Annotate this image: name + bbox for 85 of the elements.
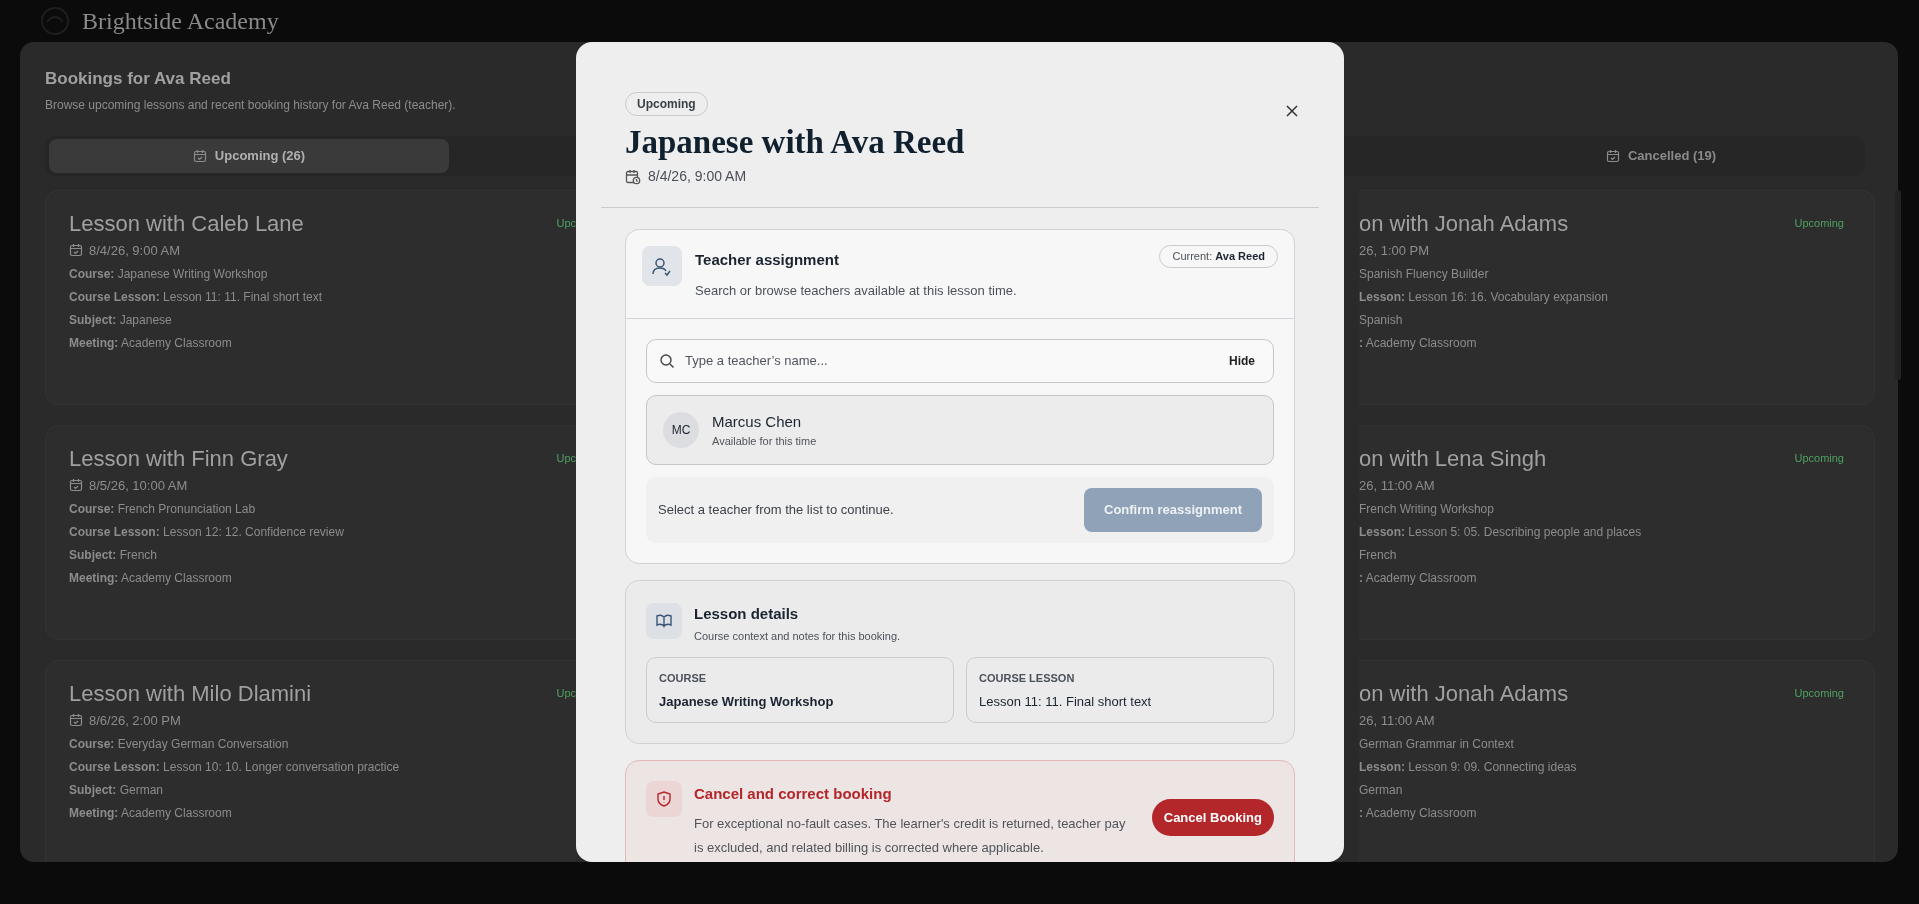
- card-date: 8/6/26, 2:00 PM: [89, 711, 181, 730]
- booking-card[interactable]: on with Jonah Adams Upcoming 26, 11:00 AM German Grammar in Context Lesson: Lesson 9: 09. Connecting ideas German : Academy Classroom: [1359, 659, 1875, 862]
- card-title: Lesson with Finn Gray: [69, 445, 288, 472]
- brand-name: Brightside Academy: [82, 7, 279, 36]
- tab[interactable]: Cancelled (19): [1461, 138, 1861, 173]
- section-subtitle: Search or browse teachers available at this lesson time.: [695, 281, 1018, 300]
- card-title: on with Jonah Adams: [1359, 680, 1569, 707]
- card-detail: Course Lesson: Lesson 11: 11. Final short text: [69, 289, 322, 306]
- card-detail: Spanish Fluency Builder: [1359, 266, 1489, 283]
- card-detail: : Academy Classroom: [1359, 805, 1477, 822]
- teacher-option[interactable]: MC Marcus Chen Available for this time: [646, 395, 1274, 465]
- card-detail: Course Lesson: Lesson 10: 10. Longer conversation practice: [69, 759, 400, 776]
- booking-card[interactable]: Lesson with Finn Gray Upc 8/5/26, 10:00 AM Course: French Pronunciation Lab Course Lesson: Lesson 12: 12. Confidence review Subject: French Meeting: Academy Classroom: [45, 424, 576, 640]
- cancel-booking-button[interactable]: Cancel Booking: [1151, 798, 1274, 836]
- card-title: Lesson with Milo Dlamini: [69, 680, 312, 707]
- detail-label: COURSE: [659, 671, 708, 686]
- card-title: Lesson with Caleb Lane: [69, 210, 304, 237]
- card-detail: Spanish: [1359, 312, 1403, 329]
- dialog-title: Japanese with Ava Reed: [625, 123, 966, 162]
- card-detail: Lesson: Lesson 5: 05. Describing people and places: [1359, 524, 1642, 541]
- calendar-icon: [69, 243, 83, 258]
- calendar-icon: [69, 478, 83, 493]
- detail-value: Japanese Writing Workshop: [659, 692, 835, 711]
- card-detail: Course: Everyday German Conversation: [69, 736, 289, 753]
- booking-card[interactable]: on with Lena Singh Upcoming 26, 11:00 AM French Writing Workshop Lesson: Lesson 5: 05. Describing people and places French : Academy Classroom: [1359, 424, 1875, 640]
- card-title: on with Lena Singh: [1359, 445, 1547, 472]
- booking-card[interactable]: Lesson with Milo Dlamini Upc 8/6/26, 2:00 PM Course: Everyday German Conversation Course Lesson: Lesson 10: 10. Longer conversation practice Subject: German Meeting: Academy Classroom: [45, 659, 576, 862]
- status-label: Upcoming: [1794, 685, 1844, 701]
- user-check-icon: [642, 246, 682, 286]
- status-label: Upc: [556, 685, 576, 701]
- page-title: Bookings for Ava Reed: [45, 68, 231, 90]
- page-subtitle: Browse upcoming lessons and recent booking history for Ava Reed (teacher).: [45, 96, 456, 114]
- card-date: 26, 1:00 PM: [1359, 241, 1430, 260]
- avatar-initials: MC: [663, 412, 699, 448]
- status-label: Upcoming: [1794, 450, 1844, 466]
- close-icon[interactable]: [1285, 104, 1299, 118]
- card-date: 26, 11:00 AM: [1359, 476, 1435, 495]
- section-title: Cancel and correct booking: [694, 784, 893, 804]
- card-detail: : Academy Classroom: [1359, 335, 1477, 352]
- card-detail: Meeting: Academy Classroom: [69, 570, 232, 587]
- card-detail: Course Lesson: Lesson 12: 12. Confidence review: [69, 524, 344, 541]
- card-detail: Meeting: Academy Classroom: [69, 805, 232, 822]
- section-subtitle: Course context and notes for this booking.: [694, 628, 901, 644]
- card-detail: Lesson: Lesson 16: 16. Vocabulary expansion: [1359, 289, 1608, 306]
- scrollbar[interactable]: [1895, 190, 1901, 380]
- calendar-clock-icon: [625, 168, 641, 185]
- card-date: 26, 11:00 AM: [1359, 711, 1435, 730]
- status-label: Upc: [556, 215, 576, 231]
- lesson-date: 8/4/26, 9:00 AM: [648, 167, 747, 186]
- section-title: Lesson details: [694, 604, 800, 624]
- section-title: Teacher assignment: [695, 250, 840, 270]
- detail-value: Lesson 11: 11. Final short text: [979, 692, 1153, 711]
- calendar-icon: [69, 713, 83, 728]
- calendar-icon: [192, 148, 207, 163]
- search-icon: [659, 353, 675, 369]
- booking-card[interactable]: Lesson with Caleb Lane Upc 8/4/26, 9:00 AM Course: Japanese Writing Workshop Course Lesson: Lesson 11: 11. Final short text Subject: Japanese Meeting: Academy Classroom: [45, 189, 576, 405]
- status-label: Upc: [556, 450, 576, 466]
- teacher-search-field[interactable]: Type a teacher’s name... Hide: [646, 339, 1274, 383]
- card-detail: Course: Japanese Writing Workshop: [69, 266, 268, 283]
- booking-card[interactable]: on with Jonah Adams Upcoming 26, 1:00 PM Spanish Fluency Builder Lesson: Lesson 16: 16. Vocabulary expansion Spanish : Academy Classroom: [1359, 189, 1875, 405]
- card-detail: Subject: Japanese: [69, 312, 172, 329]
- book-icon: [646, 603, 682, 639]
- hint-text: Select a teacher from the list to continue.: [658, 501, 894, 520]
- cancel-description: For exceptional no-fault cases. The learner's credit is returned, teacher pay is excluded, and related billing is corrected where applicable.: [694, 814, 1127, 857]
- card-detail: Meeting: Academy Classroom: [69, 335, 232, 352]
- card-detail: Lesson: Lesson 9: 09. Connecting ideas: [1359, 759, 1577, 776]
- card-detail: French: [1359, 547, 1397, 564]
- card-detail: German: [1359, 782, 1403, 799]
- card-detail: German Grammar in Context: [1359, 736, 1514, 753]
- card-detail: French Writing Workshop: [1359, 501, 1494, 518]
- hide-button[interactable]: Hide: [1229, 352, 1255, 370]
- card-date: 8/5/26, 10:00 AM: [89, 476, 188, 495]
- card-date: 8/4/26, 9:00 AM: [89, 241, 181, 260]
- availability-note: Available for this time: [712, 434, 817, 449]
- detail-label: COURSE LESSON: [979, 671, 1076, 686]
- tab[interactable]: Upcoming (26): [49, 138, 449, 173]
- card-detail: Subject: French: [69, 547, 158, 564]
- card-detail: : Academy Classroom: [1359, 570, 1477, 587]
- shield-alert-icon: [646, 781, 682, 817]
- teacher-name: Marcus Chen: [712, 411, 803, 432]
- card-detail: Course: French Pronunciation Lab: [69, 501, 256, 518]
- card-detail: Subject: German: [69, 782, 164, 799]
- calendar-icon: [1605, 148, 1620, 163]
- card-title: on with Jonah Adams: [1359, 210, 1569, 237]
- status-label: Upcoming: [1794, 215, 1844, 231]
